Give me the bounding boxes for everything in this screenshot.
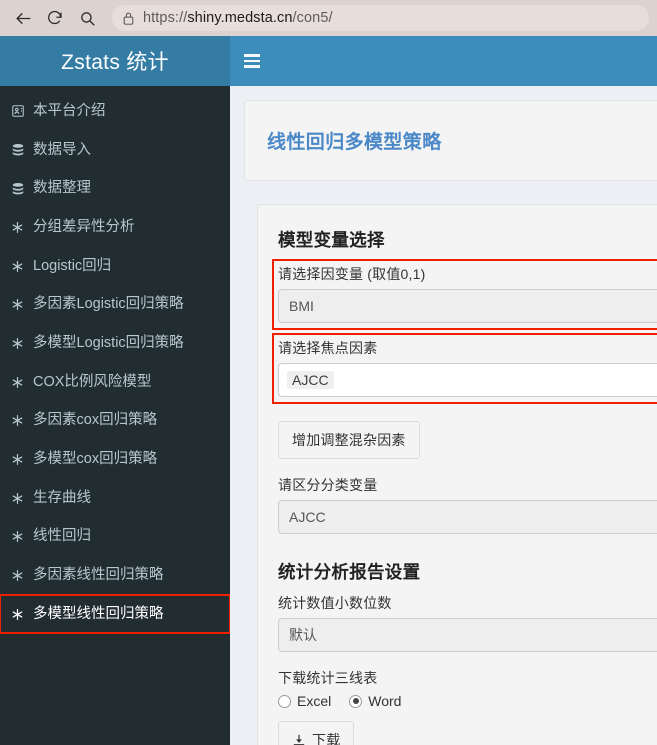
download-format-radio-group: Excel Word	[278, 693, 657, 709]
arrow-left-icon	[14, 9, 33, 28]
reload-icon	[46, 9, 64, 27]
database-icon	[9, 182, 26, 196]
search-icon	[79, 10, 96, 27]
back-button[interactable]	[8, 3, 38, 33]
sidebar-item-label: 多模型线性回归策略	[33, 605, 164, 622]
sidebar-item-multivariable-cox-strategy[interactable]: 多因素cox回归策略	[0, 401, 230, 440]
sidebar-item-label: 生存曲线	[33, 489, 91, 506]
focus-factor-field: 请选择焦点因素 AJCC	[272, 333, 657, 404]
sidebar-item-survival-curve[interactable]: 生存曲线	[0, 479, 230, 518]
asterisk-icon	[9, 376, 26, 389]
radio-option-word[interactable]: Word	[349, 693, 401, 709]
asterisk-icon	[9, 414, 26, 427]
radio-indicator	[349, 694, 363, 708]
sidebar-item-platform-intro[interactable]: 本平台介绍	[0, 92, 230, 131]
browser-toolbar: https://shiny.medsta.cn/con5/	[0, 0, 657, 36]
categorical-variable-field: 请区分分类变量 AJCC	[278, 475, 657, 534]
radio-option-excel[interactable]: Excel	[278, 693, 331, 709]
sidebar-item-label: 多因素cox回归策略	[33, 412, 158, 429]
sidebar-item-label: 本平台介绍	[33, 103, 106, 119]
url-text: https://shiny.medsta.cn/con5/	[143, 10, 333, 26]
categorical-variable-select[interactable]: AJCC	[278, 500, 657, 534]
sidebar-item-label: Logistic回归	[33, 257, 112, 274]
download-button[interactable]: 下载	[278, 721, 355, 745]
decimal-places-value: 默认	[289, 627, 317, 643]
sidebar: 本平台介绍 数据导入 数据整理 分组差异性分析 Logistic回归 多因素Lo…	[0, 86, 230, 745]
sidebar-item-label: 线性回归	[33, 528, 91, 545]
app-viewport: Zstats 统计 本平台介绍 数据导入 数据整理 分组差异性分析 Logist…	[0, 36, 657, 745]
sidebar-item-multivariable-linear-strategy[interactable]: 多因素线性回归策略	[0, 556, 230, 595]
sidebar-item-label: 多因素线性回归策略	[33, 567, 164, 584]
add-confounder-button[interactable]: 增加调整混杂因素	[278, 421, 420, 459]
sidebar-toggle-button[interactable]	[230, 36, 274, 86]
sidebar-item-data-import[interactable]: 数据导入	[0, 131, 230, 170]
asterisk-icon	[9, 221, 26, 234]
app-body: 本平台介绍 数据导入 数据整理 分组差异性分析 Logistic回归 多因素Lo…	[0, 86, 657, 745]
search-button[interactable]	[72, 3, 102, 33]
sidebar-item-label: 数据整理	[33, 180, 91, 197]
sidebar-item-logistic-regression[interactable]: Logistic回归	[0, 247, 230, 286]
sidebar-item-label: COX比例风险模型	[33, 373, 152, 390]
asterisk-icon	[9, 492, 26, 505]
reload-button[interactable]	[40, 3, 70, 33]
download-format-field: 下载统计三线表 Excel Word	[278, 668, 657, 709]
decimal-places-select[interactable]: 默认	[278, 618, 657, 652]
sidebar-item-linear-regression[interactable]: 线性回归	[0, 517, 230, 556]
focus-factor-chip[interactable]: AJCC	[287, 371, 334, 389]
radio-label: Word	[368, 693, 402, 709]
decimal-places-field: 统计数值小数位数 默认	[278, 593, 657, 652]
variable-section-title: 模型变量选择	[278, 230, 385, 250]
main-content: 线性回归多模型策略 模型变量选择 请选择因变量 (取值0,1) BMI 请选择焦…	[230, 86, 657, 745]
dependent-variable-label: 请选择因变量 (取值0,1)	[278, 266, 426, 282]
url-path: /con5/	[292, 10, 333, 26]
decimal-places-label: 统计数值小数位数	[278, 595, 392, 611]
sidebar-item-label: 多模型Logistic回归策略	[33, 335, 184, 352]
top-navbar	[230, 36, 657, 86]
asterisk-icon	[9, 298, 26, 311]
focus-factor-selectize[interactable]: AJCC	[278, 363, 657, 397]
dependent-variable-select[interactable]: BMI	[278, 289, 657, 323]
sidebar-item-label: 分组差异性分析	[33, 219, 135, 236]
sidebar-item-label: 多因素Logistic回归策略	[33, 296, 184, 313]
sidebar-item-multimodel-logistic-strategy[interactable]: 多模型Logistic回归策略	[0, 324, 230, 363]
id-card-icon	[9, 104, 26, 118]
app-logo[interactable]: Zstats 统计	[0, 36, 230, 86]
database-icon	[9, 143, 26, 157]
sidebar-item-data-cleaning[interactable]: 数据整理	[0, 169, 230, 208]
dependent-variable-field: 请选择因变量 (取值0,1) BMI	[272, 259, 657, 330]
sidebar-item-multimodel-linear-strategy[interactable]: 多模型线性回归策略	[0, 593, 230, 635]
sidebar-item-multivariable-logistic-strategy[interactable]: 多因素Logistic回归策略	[0, 285, 230, 324]
asterisk-icon	[9, 608, 26, 621]
download-icon	[292, 733, 306, 745]
address-bar[interactable]: https://shiny.medsta.cn/con5/	[112, 5, 649, 31]
sidebar-item-label: 多模型cox回归策略	[33, 451, 158, 468]
radio-indicator	[278, 694, 291, 708]
sidebar-item-cox-proportional-hazards[interactable]: COX比例风险模型	[0, 363, 230, 402]
categorical-variable-label: 请区分分类变量	[278, 477, 378, 493]
page-title-panel: 线性回归多模型策略	[244, 100, 657, 181]
url-host: shiny.medsta.cn	[187, 10, 293, 26]
app-logo-text: Zstats 统计	[61, 51, 169, 74]
download-format-label: 下载统计三线表	[278, 670, 378, 686]
page-title: 线性回归多模型策略	[267, 132, 442, 153]
sidebar-item-group-difference-analysis[interactable]: 分组差异性分析	[0, 208, 230, 247]
download-button-label: 下载	[312, 732, 341, 745]
sidebar-item-multimodel-cox-strategy[interactable]: 多模型cox回归策略	[0, 440, 230, 479]
asterisk-icon	[9, 569, 26, 582]
asterisk-icon	[9, 453, 26, 466]
model-form-panel: 模型变量选择 请选择因变量 (取值0,1) BMI 请选择焦点因素 AJCC 增…	[257, 204, 657, 745]
asterisk-icon	[9, 530, 26, 543]
asterisk-icon	[9, 260, 26, 273]
app-header: Zstats 统计	[0, 36, 657, 86]
report-section-title: 统计分析报告设置	[278, 562, 421, 582]
asterisk-icon	[9, 337, 26, 350]
sidebar-item-label: 数据导入	[33, 141, 91, 158]
radio-label: Excel	[297, 693, 332, 709]
focus-factor-label: 请选择焦点因素	[278, 340, 378, 356]
dependent-variable-value: BMI	[289, 298, 314, 314]
categorical-variable-value: AJCC	[289, 509, 326, 525]
lock-icon	[122, 11, 135, 26]
url-scheme: https://	[143, 10, 188, 26]
